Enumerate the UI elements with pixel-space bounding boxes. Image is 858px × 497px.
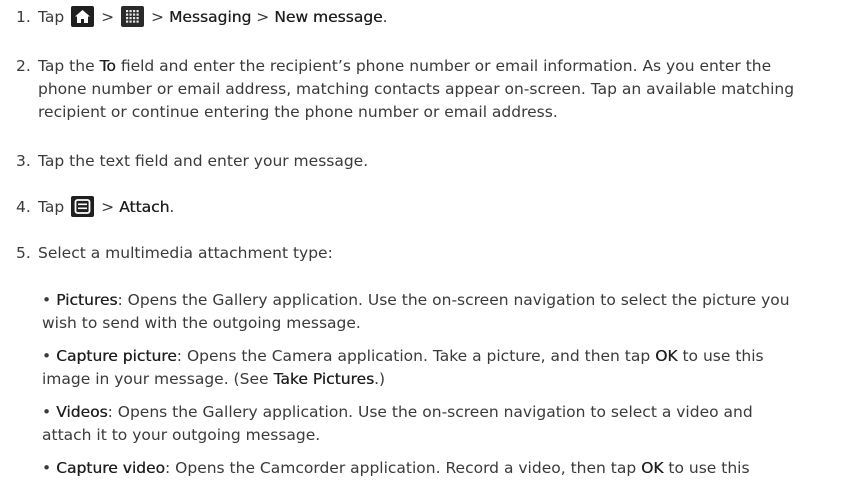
bullet-capture-picture: • Capture picture: Opens the Camera appl… bbox=[42, 345, 854, 391]
bullet-text: to use this bbox=[682, 347, 764, 365]
new-message-label: New message bbox=[274, 8, 383, 26]
ok-label: OK bbox=[655, 347, 678, 365]
messaging-label: Messaging bbox=[168, 8, 252, 26]
apps-grid-icon bbox=[121, 6, 145, 27]
separator: > bbox=[256, 8, 270, 26]
separator: > bbox=[151, 8, 164, 26]
step-number: 1. bbox=[16, 8, 31, 26]
step-number: 4. bbox=[16, 198, 31, 216]
bullet-text-line-2: attach it to your outgoing message. bbox=[42, 426, 321, 444]
step-2-line-2: phone number or email address, matching … bbox=[38, 80, 795, 98]
bullet-marker: • bbox=[42, 347, 52, 365]
step-5: 5. Select a multimedia attachment type: bbox=[16, 242, 846, 265]
step-4: 4. Tap > Attach. bbox=[16, 196, 846, 219]
bullet-marker: • bbox=[42, 459, 52, 477]
period: . bbox=[169, 198, 175, 216]
bullet-term: Capture picture bbox=[56, 347, 177, 365]
step-text: Tap bbox=[38, 198, 65, 216]
bullet-term: Videos bbox=[56, 403, 108, 421]
step-number: 3. bbox=[16, 152, 31, 170]
home-icon bbox=[71, 6, 95, 27]
bullet-videos: • Videos: Opens the Gallery application.… bbox=[42, 401, 854, 447]
bullet-text-line-2: image in your message. (See bbox=[42, 370, 269, 388]
bullet-capture-video: • Capture video: Opens the Camcorder app… bbox=[42, 457, 854, 480]
step-3: 3. Tap the text field and enter your mess… bbox=[16, 150, 846, 173]
bullet-text-line-2: wish to send with the outgoing message. bbox=[42, 314, 361, 332]
bullet-text: : Opens the Gallery application. Use the… bbox=[117, 291, 790, 309]
step-2: 2. Tap the To field and enter the recipie… bbox=[16, 55, 846, 124]
bullet-text: .) bbox=[374, 370, 386, 388]
bullet-text: to use this bbox=[668, 459, 750, 477]
step-text: Tap bbox=[38, 8, 65, 26]
attach-label: Attach bbox=[119, 198, 170, 216]
step-text: Tap the bbox=[38, 57, 95, 75]
bullet-text: : Opens the Camera application. Take a p… bbox=[176, 347, 651, 365]
step-2-line-1: 2. Tap the To field and enter the recipie… bbox=[16, 55, 846, 78]
bullet-marker: • bbox=[42, 403, 52, 421]
menu-icon bbox=[71, 196, 95, 217]
take-pictures-link[interactable]: Take Pictures bbox=[273, 370, 374, 388]
step-text: Select a multimedia attachment type: bbox=[38, 244, 333, 262]
bullet-term: Pictures bbox=[56, 291, 118, 309]
ok-label: OK bbox=[641, 459, 664, 477]
to-field-label: To bbox=[99, 57, 116, 75]
bullet-marker: • bbox=[42, 291, 52, 309]
separator: > bbox=[101, 8, 115, 26]
step-text: Tap the text field and enter your messag… bbox=[38, 152, 369, 170]
step-1: 1. Tap > > Messaging > New message. bbox=[16, 6, 846, 29]
period: . bbox=[382, 8, 388, 26]
bullet-text: : Opens the Gallery application. Use the… bbox=[107, 403, 753, 421]
step-text: field and enter the recipient’s phone nu… bbox=[120, 57, 772, 75]
step-number: 5. bbox=[16, 244, 31, 262]
bullet-term: Capture video bbox=[56, 459, 165, 477]
bullet-text: : Opens the Camcorder application. Recor… bbox=[165, 459, 637, 477]
instruction-page: 1. Tap > > Messaging > New message. 2. Tap bbox=[0, 0, 858, 497]
step-2-line-3: recipient or continue entering the phone… bbox=[38, 103, 558, 121]
step-number: 2. bbox=[16, 57, 31, 75]
bullet-pictures: • Pictures: Opens the Gallery applicatio… bbox=[42, 289, 854, 335]
separator: > bbox=[101, 198, 115, 216]
